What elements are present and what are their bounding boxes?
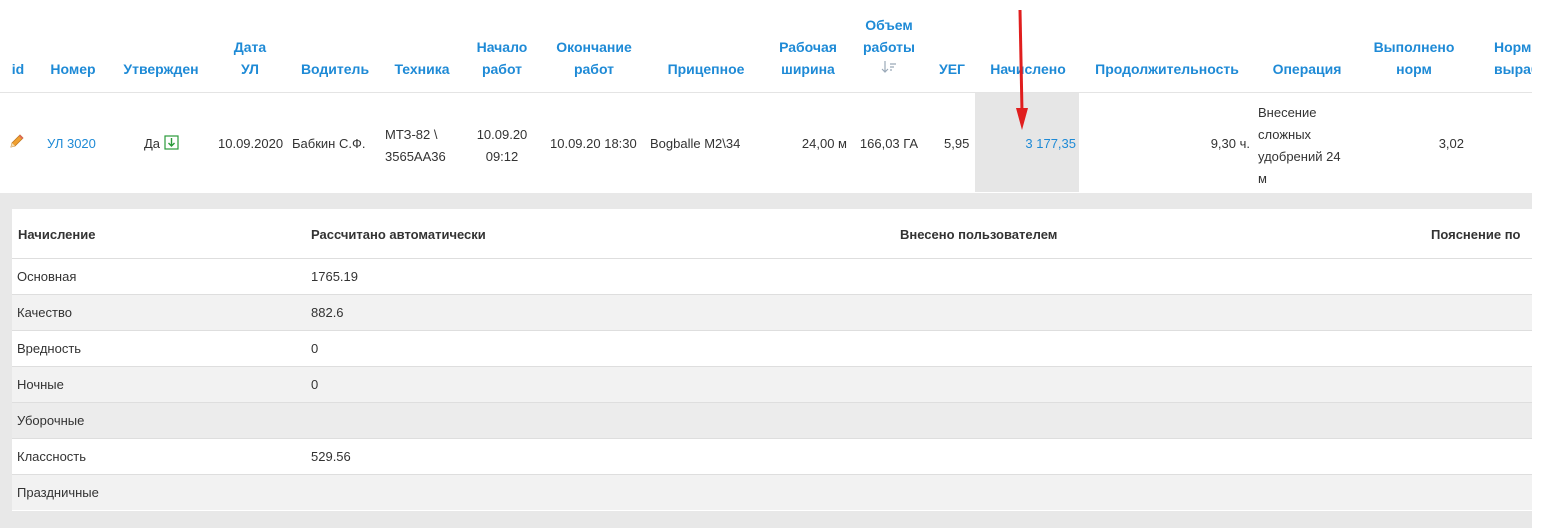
column-header-duration[interactable]: Продолжительность [1084,58,1250,80]
column-header-volume[interactable]: Объем работы [852,14,926,80]
accrual-auto-value: 0 [311,377,319,392]
column-header-norm-output[interactable]: Нормвырабо [1476,36,1532,80]
column-header-trailer[interactable]: Прицепное [658,58,754,80]
approved-value: Да [144,136,161,151]
detail-header-user: Внесено пользователем [900,227,1058,242]
trailer-value: Bogballe M2\34 [650,136,741,151]
column-header-approved[interactable]: Утвержден [116,58,206,80]
sort-down-icon[interactable] [852,58,926,80]
volume-value: 166,03 ГА [859,136,919,151]
list-item: Уборочные [12,402,1532,438]
column-header-operation[interactable]: Операция [1262,58,1352,80]
column-header-equipment[interactable]: Техника [386,58,458,80]
accrual-name: Ночные [17,377,64,392]
accrual-name: Качество [17,305,72,320]
accrual-name: Праздничные [17,485,99,500]
column-header-end[interactable]: Окончание работ [548,36,640,80]
column-header-width[interactable]: Рабочая ширина [772,36,844,80]
column-header-ueg[interactable]: УЕГ [934,58,970,80]
start-value: 10.09.20 09:12 [476,127,528,164]
date-value: 10.09.2020 [218,136,284,151]
accrual-name: Основная [17,269,77,284]
detail-header-accrual: Начисление [18,227,96,242]
width-value: 24,00 м [801,136,847,151]
accrual-detail-table: Начисление Рассчитано автоматически Внес… [12,209,1532,511]
list-item: Ночные 0 [12,366,1532,402]
driver-value: Бабкин С.Ф. [292,136,366,151]
column-header-done-norms[interactable]: Выполнено норм [1364,36,1464,80]
list-item: Качество 882.6 [12,294,1532,330]
accrual-auto-value: 0 [311,341,319,356]
duration-value: 9,30 ч. [1210,136,1250,151]
accrual-auto-value: 529.56 [311,449,351,464]
accrual-name: Классность [17,449,87,464]
list-item: Основная 1765.19 [12,258,1532,294]
equipment-value: МТЗ-82 \ 3565АА36 [385,127,446,164]
list-item: Вредность 0 [12,330,1532,366]
accrual-auto-value: 1765.19 [311,269,358,284]
operation-value: Внесение сложных удобрений 24 м [1258,105,1341,186]
pencil-icon[interactable] [9,133,25,152]
download-icon[interactable] [164,135,179,153]
annotation-arrow [1016,9,1028,130]
accrued-link[interactable]: 3 177,35 [980,136,1076,151]
accrual-name: Вредность [17,341,82,356]
column-header-driver[interactable]: Водитель [294,58,376,80]
accrual-name: Уборочные [17,413,85,428]
column-header-id[interactable]: id [4,58,32,80]
header-divider [0,92,1532,93]
column-header-start[interactable]: Начало работ [470,36,534,80]
list-item: Классность 529.56 [12,438,1532,474]
column-header-number[interactable]: Номер [40,58,106,80]
detail-header-note: Пояснение по [1431,227,1521,242]
list-item: Праздничные [12,474,1532,510]
ueg-value: 5,95 [944,136,970,151]
accrual-auto-value: 882.6 [311,305,344,320]
done-norms-value: 3,02 [1438,136,1464,151]
waybill-number-link[interactable]: УЛ 3020 [47,136,96,151]
detail-header-auto: Рассчитано автоматически [311,227,486,242]
accrual-detail-panel: Начисление Рассчитано автоматически Внес… [0,193,1532,528]
end-value: 10.09.20 18:30 [550,136,637,151]
column-header-date[interactable]: Дата УЛ [220,36,280,80]
